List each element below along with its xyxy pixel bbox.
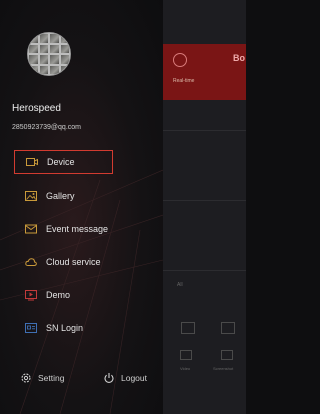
drawer-footer: Setting Logout xyxy=(0,368,163,398)
sn-login-icon xyxy=(25,323,37,333)
navigation-drawer: Herospeed 2850923739@qq.com Device Galle… xyxy=(0,0,163,414)
menu-item-event-message[interactable]: Event message xyxy=(14,217,113,241)
tab-video-label: Video xyxy=(180,366,191,371)
logout-button[interactable]: Logout xyxy=(103,368,147,388)
screenshot-icon xyxy=(221,350,233,360)
grid-icon xyxy=(181,322,195,334)
menu-item-label: SN Login xyxy=(46,323,84,333)
menu-item-sn-login[interactable]: SN Login xyxy=(14,316,113,340)
power-icon xyxy=(104,373,114,383)
menu-item-label: Demo xyxy=(46,290,71,300)
gear-icon xyxy=(21,373,31,383)
background-app-title: Bo xyxy=(233,53,245,63)
gallery-icon xyxy=(25,191,37,201)
menu-item-device[interactable]: Device xyxy=(14,150,113,174)
background-app-subtitle: Real-time xyxy=(173,78,195,84)
menu-item-label: Event message xyxy=(46,224,109,234)
setting-button[interactable]: Setting xyxy=(20,368,64,388)
camera-icon xyxy=(26,158,38,166)
divider xyxy=(163,130,246,131)
video-icon xyxy=(180,350,192,360)
grid-icon xyxy=(221,322,235,334)
background-app-header: Bo Real-time xyxy=(163,44,246,100)
divider xyxy=(163,200,246,201)
menu-item-demo[interactable]: Demo xyxy=(14,283,113,307)
cloud-icon xyxy=(25,258,37,266)
app-screen: Bo Real-time All Video Screenshot Herosp… xyxy=(0,0,246,414)
menu-item-label: Gallery xyxy=(46,191,75,201)
menu-item-cloud-service[interactable]: Cloud service xyxy=(14,250,113,274)
user-icon xyxy=(173,53,187,67)
logout-label: Logout xyxy=(121,373,147,383)
demo-icon xyxy=(25,290,37,301)
divider xyxy=(163,270,246,271)
setting-label: Setting xyxy=(38,373,65,383)
user-email: 2850923739@qq.com xyxy=(12,124,81,131)
menu-item-gallery[interactable]: Gallery xyxy=(14,184,113,208)
background-app-panel: Bo Real-time All Video Screenshot xyxy=(163,0,246,414)
menu-item-label: Cloud service xyxy=(46,257,101,267)
avatar[interactable] xyxy=(27,32,71,76)
background-app-item: All xyxy=(177,282,183,288)
username: Herospeed xyxy=(12,103,61,114)
menu-item-label: Device xyxy=(47,157,75,167)
tab-screenshot-label: Screenshot xyxy=(213,366,234,371)
message-icon xyxy=(25,224,37,234)
